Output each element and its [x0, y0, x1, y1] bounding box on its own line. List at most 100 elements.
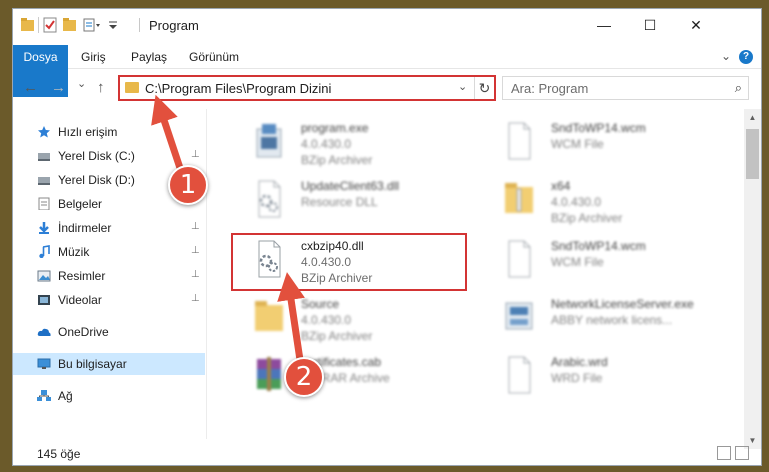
sidebar-item-müzik[interactable]: Müzik ⊥ — [13, 241, 205, 263]
file-name: UpdateClient63.dll — [301, 179, 400, 193]
details-view-icon[interactable] — [717, 446, 731, 460]
properties-check-icon[interactable] — [43, 17, 57, 33]
sidebar-item-label: Videolar — [58, 293, 102, 307]
file-item[interactable]: SndToWP14.wcm WCM File — [483, 115, 733, 167]
network-icon — [37, 390, 51, 401]
file-detail: 4.0.430.0 — [551, 195, 602, 209]
file-item[interactable]: Arabic.wrd WRD File — [483, 349, 733, 401]
documents-icon — [38, 197, 50, 210]
quick-access-divider — [38, 17, 39, 33]
sidebar-item-label: İndirmeler — [58, 221, 112, 235]
sidebar-item-videolar[interactable]: Videolar ⊥ — [13, 289, 205, 311]
file-detail: Resource DLL — [301, 195, 378, 209]
forward-button[interactable]: → — [51, 79, 66, 96]
file-detail: ABBY network licens... — [551, 313, 673, 327]
file-type: BZip Archiver — [551, 211, 623, 225]
refresh-button[interactable]: ↻ — [474, 77, 494, 99]
sidebar-item-bu-bilgisayar[interactable]: Bu bilgisayar — [13, 353, 205, 375]
address-dropdown-icon[interactable]: ⌄ — [458, 80, 467, 93]
new-folder-icon[interactable] — [63, 17, 77, 33]
drive-icon — [38, 177, 50, 185]
file-name: x64 — [551, 179, 571, 193]
sidebar-item-label: OneDrive — [58, 325, 109, 339]
sidebar-item-hızlı-erişim[interactable]: Hızlı erişim — [13, 121, 205, 143]
scroll-up-icon[interactable]: ▲ — [744, 109, 761, 126]
sidebar-item-ağ[interactable]: Ağ — [13, 385, 205, 407]
help-icon[interactable]: ? — [739, 50, 753, 64]
file-item[interactable]: program.exe 4.0.430.0 BZip Archiver — [233, 115, 483, 167]
file-item[interactable]: x64 4.0.430.0 BZip Archiver — [483, 173, 733, 225]
chevron-down-icon[interactable]: ⌄ — [721, 49, 731, 63]
up-button[interactable]: ↑ — [97, 79, 105, 96]
file-name: SndToWP14.wcm — [551, 121, 646, 135]
file-item[interactable]: certificates.cab WinRAR Archive — [233, 349, 483, 401]
recent-locations-button[interactable]: ⌄ — [77, 77, 86, 90]
status-bar: 145 öğe — [13, 441, 761, 465]
cloud-icon — [37, 328, 51, 336]
sidebar-item-i-ndirmeler[interactable]: İndirmeler ⊥ — [13, 217, 205, 239]
videos-icon — [38, 295, 50, 305]
folder-icon — [255, 301, 283, 331]
sidebar-item-yerel-disk-c-[interactable]: Yerel Disk (C:) ⊥ — [13, 145, 205, 167]
ribbon-tabs: Dosya Giriş Paylaş Görünüm ⌄ ? — [13, 45, 761, 97]
pin-icon[interactable]: ⊥ — [191, 221, 200, 232]
file-type: BZip Archiver — [301, 153, 373, 167]
sidebar-item-label: Hızlı erişim — [58, 125, 118, 139]
address-path[interactable]: C:\Program Files\Program Dizini — [145, 81, 331, 96]
maximize-button[interactable]: ☐ — [627, 9, 673, 41]
search-icon[interactable]: ⌕ — [735, 80, 742, 96]
file-detail: WRD File — [551, 371, 603, 385]
blank-file-icon — [508, 122, 531, 160]
customize-icon[interactable] — [83, 17, 101, 33]
navigation-pane: Hızlı erişim Yerel Disk (C:) ⊥ Yerel Disk (… — [13, 109, 205, 439]
sidebar-item-resimler[interactable]: Resimler ⊥ — [13, 265, 205, 287]
drive-icon — [38, 153, 50, 161]
pin-icon[interactable]: ⊥ — [191, 245, 200, 256]
file-item[interactable]: NetworkLicenseServer.exe ABBY network lic… — [483, 291, 733, 343]
scroll-thumb[interactable] — [746, 129, 759, 179]
minimize-button[interactable]: — — [581, 9, 627, 41]
annotation-marker-1: 1 — [168, 165, 208, 205]
file-item[interactable]: SndToWP14.wcm WCM File — [483, 233, 733, 285]
window-title: Program — [149, 18, 199, 33]
music-icon — [39, 245, 50, 258]
pin-icon[interactable]: ⊥ — [191, 293, 200, 304]
file-item[interactable]: UpdateClient63.dll Resource DLL — [233, 173, 483, 225]
vertical-scrollbar[interactable]: ▲ ▼ — [744, 109, 761, 449]
computer-icon — [37, 358, 51, 369]
address-bar[interactable]: C:\Program Files\Program Dizini ⌄ ↻ — [118, 75, 496, 101]
tab-home[interactable]: Giriş — [81, 45, 106, 69]
sidebar-item-label: Belgeler — [58, 197, 103, 211]
close-button[interactable]: ✕ — [673, 9, 719, 41]
pane-divider[interactable] — [206, 109, 207, 439]
pin-icon[interactable]: ⊥ — [191, 149, 200, 160]
navigation-bar: ← → ⌄ ↑ C:\Program Files\Program Dizini … — [13, 71, 761, 105]
file-item[interactable]: Source 4.0.430.0 BZip Archiver — [233, 291, 483, 343]
pictures-icon — [37, 270, 51, 282]
file-name: Arabic.wrd — [551, 355, 608, 369]
blank-file-icon — [508, 356, 531, 394]
sidebar-item-onedrive[interactable]: OneDrive — [13, 321, 205, 343]
pin-icon[interactable]: ⊥ — [191, 269, 200, 280]
dll-gear-icon — [258, 180, 281, 218]
sidebar-item-label: Resimler — [58, 269, 106, 283]
folder-zip-icon — [505, 183, 533, 213]
download-icon — [39, 222, 49, 234]
file-detail: 4.0.430.0 — [301, 313, 352, 327]
large-icons-view-icon[interactable] — [735, 446, 749, 460]
blank-file-icon — [508, 240, 531, 278]
tab-share[interactable]: Paylaş — [131, 45, 167, 69]
file-name: program.exe — [301, 121, 369, 135]
sidebar-item-label: Bu bilgisayar — [58, 357, 127, 371]
title-divider — [139, 18, 140, 32]
tab-view[interactable]: Görünüm — [189, 45, 239, 69]
search-box[interactable]: Ara: Program ⌕ — [502, 76, 749, 100]
back-button[interactable]: ← — [23, 79, 38, 96]
search-placeholder[interactable]: Ara: Program — [511, 81, 588, 96]
dropdown-arrow-icon[interactable] — [108, 17, 118, 33]
explorer-window: Program — ☐ ✕ Dosya Giriş Paylaş Görünüm… — [12, 8, 762, 466]
file-type: BZip Archiver — [301, 329, 373, 343]
star-icon — [38, 126, 50, 138]
title-bar: Program — ☐ ✕ — [13, 9, 761, 41]
winrar-icon — [257, 357, 281, 391]
